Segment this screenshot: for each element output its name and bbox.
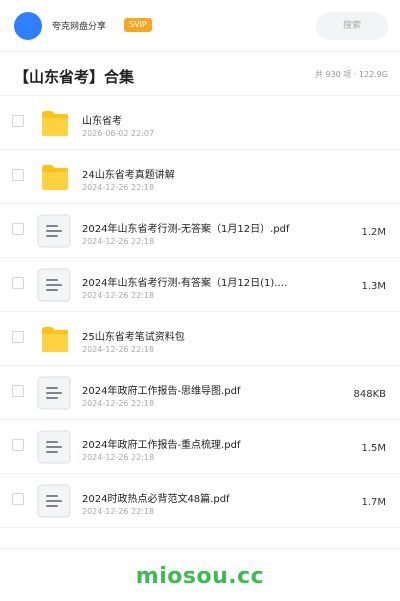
select-checkbox[interactable] bbox=[12, 385, 24, 397]
file-row[interactable]: 25山东省考笔试资料包 2024-12-26 22:18 bbox=[0, 312, 400, 366]
select-checkbox[interactable] bbox=[12, 493, 24, 505]
app-name: 夸克网盘分享 bbox=[52, 22, 107, 32]
file-row[interactable]: 山东省考 2026-06-02 22:07 bbox=[0, 96, 400, 150]
select-checkbox[interactable] bbox=[12, 115, 24, 127]
file-name: 2024年山东省考行测-无答案（1月12日）.pdf bbox=[82, 224, 290, 235]
file-name: 2024年政府工作报告-思维导图.pdf bbox=[82, 386, 241, 397]
file-size: 848KB bbox=[353, 389, 386, 400]
file-row[interactable]: 2024年政府工作报告-思维导图.pdf 2024-12-26 22:18 848K… bbox=[0, 366, 400, 420]
collection-header: 【山东省考】合集 共 930 项 · 122.9G bbox=[0, 52, 400, 96]
file-row[interactable]: 24山东省考真题讲解 2024-12-26 22:18 bbox=[0, 150, 400, 204]
file-date: 2024-12-26 22:18 bbox=[82, 183, 155, 192]
folder-icon bbox=[40, 108, 70, 142]
page-title: 【山东省考】合集 bbox=[14, 68, 135, 86]
file-row[interactable]: 2024年政府工作报告-重点梳理.pdf 2024-12-26 22:18 1.5M bbox=[0, 420, 400, 474]
avatar[interactable] bbox=[14, 12, 42, 40]
file-row[interactable]: 2024年山东省考行测-有答案（1月12日(1).… 2024-12-26 22:… bbox=[0, 258, 400, 312]
file-name: 24山东省考真题讲解 bbox=[82, 170, 175, 181]
file-name: 2024时政热点必背范文48篇.pdf bbox=[82, 494, 230, 505]
document-icon bbox=[37, 268, 71, 306]
file-date: 2024-12-26 22:18 bbox=[82, 399, 155, 408]
top-bar: 夸克网盘分享 SVIP bbox=[0, 0, 400, 52]
file-date: 2026-06-02 22:07 bbox=[82, 129, 155, 138]
file-name: 2024年山东省考行测-有答案（1月12日(1).… bbox=[82, 278, 288, 289]
file-size: 1.5M bbox=[361, 443, 386, 454]
file-name: 25山东省考笔试资料包 bbox=[82, 332, 185, 343]
document-icon bbox=[37, 376, 71, 414]
select-checkbox[interactable] bbox=[12, 169, 24, 181]
file-name: 山东省考 bbox=[82, 116, 122, 127]
file-size: 1.7M bbox=[361, 497, 386, 508]
file-date: 2024-12-26 22:18 bbox=[82, 507, 155, 516]
select-checkbox[interactable] bbox=[12, 277, 24, 289]
select-checkbox[interactable] bbox=[12, 439, 24, 451]
brand-watermark: miosou.cc bbox=[135, 564, 265, 589]
file-date: 2024-12-26 22:18 bbox=[82, 291, 155, 300]
folder-icon bbox=[40, 162, 70, 196]
collection-summary: 共 930 项 · 122.9G bbox=[314, 70, 388, 79]
select-checkbox[interactable] bbox=[12, 331, 24, 343]
file-row[interactable]: 2024时政热点必背范文48篇.pdf 2024-12-26 22:18 1.7M bbox=[0, 474, 400, 528]
select-checkbox[interactable] bbox=[12, 223, 24, 235]
folder-icon bbox=[40, 324, 70, 358]
file-date: 2024-12-26 22:18 bbox=[82, 237, 155, 246]
file-list: 山东省考 2026-06-02 22:07 24山东省考真题讲解 2024-12-26… bbox=[0, 96, 400, 528]
document-icon bbox=[37, 214, 71, 252]
file-name: 2024年政府工作报告-重点梳理.pdf bbox=[82, 440, 241, 451]
svip-badge: SVIP bbox=[124, 18, 152, 32]
document-icon bbox=[37, 430, 71, 468]
file-date: 2024-12-26 22:18 bbox=[82, 453, 155, 462]
footer: miosou.cc bbox=[0, 548, 400, 601]
file-date: 2024-12-26 22:18 bbox=[82, 345, 155, 354]
search-input[interactable] bbox=[316, 12, 388, 40]
file-size: 1.3M bbox=[361, 281, 386, 292]
file-row[interactable]: 2024年山东省考行测-无答案（1月12日）.pdf 2024-12-26 22:… bbox=[0, 204, 400, 258]
file-size: 1.2M bbox=[361, 227, 386, 238]
document-icon bbox=[37, 484, 71, 522]
